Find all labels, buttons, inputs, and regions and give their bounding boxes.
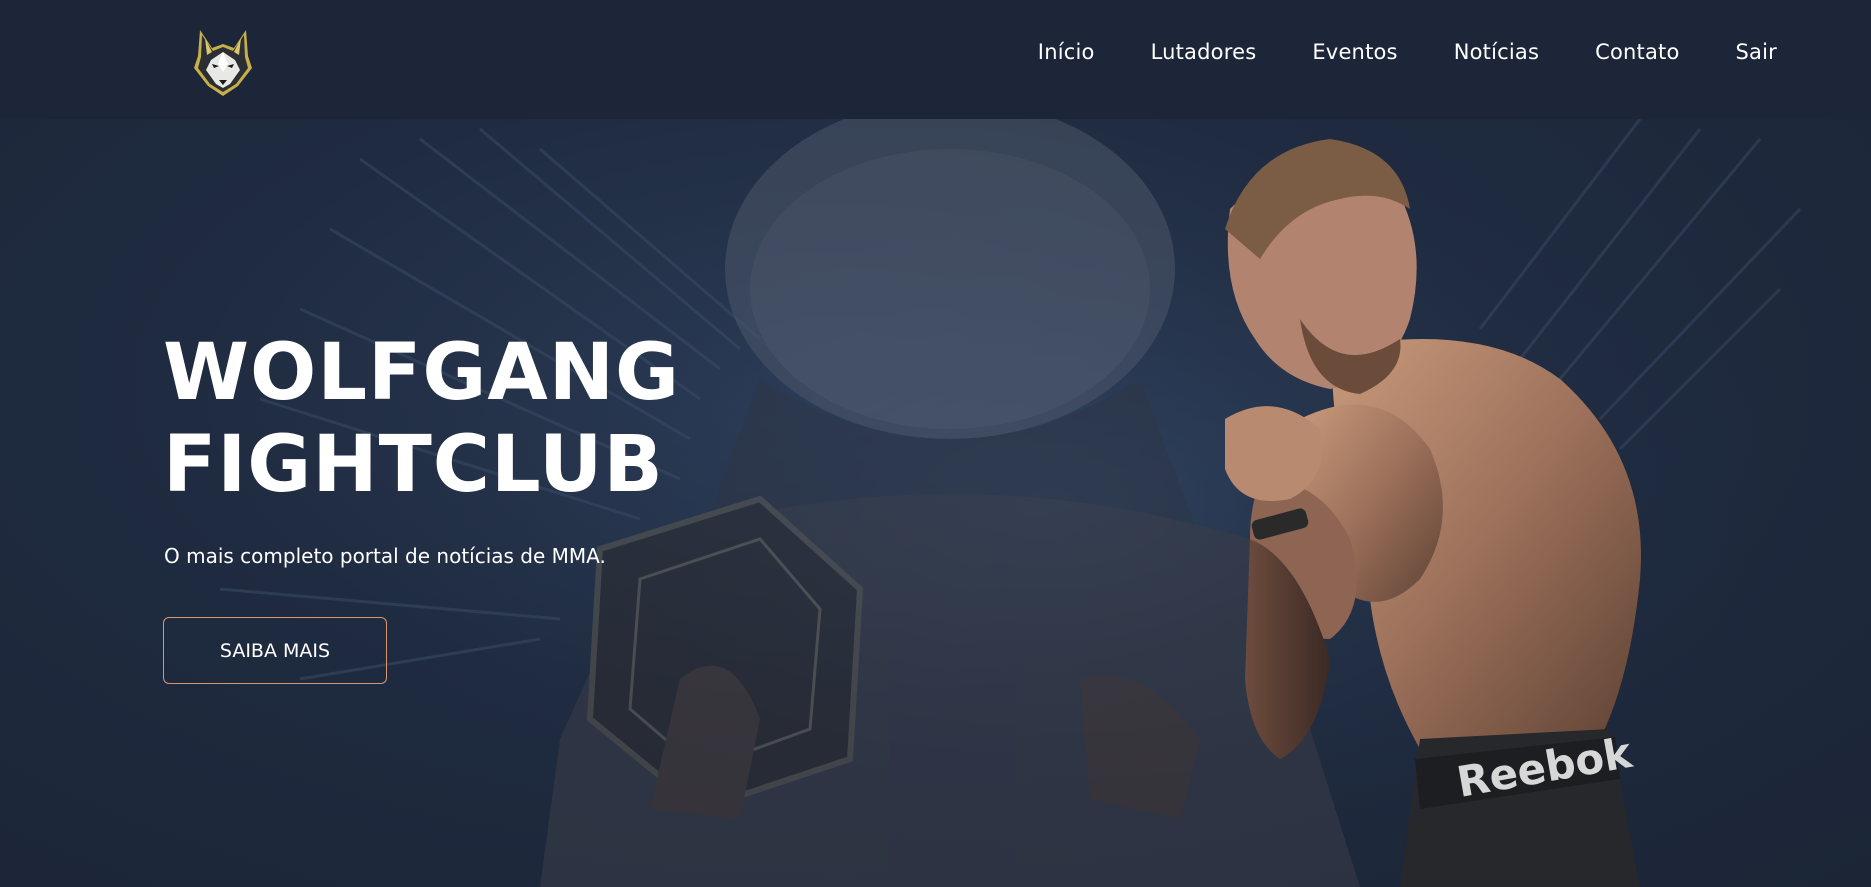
- page: Início Lutadores Eventos Notícias Contat…: [0, 0, 1871, 887]
- nav-link-eventos[interactable]: Eventos: [1312, 40, 1397, 64]
- nav-link-sair[interactable]: Sair: [1736, 40, 1777, 64]
- nav-link-inicio[interactable]: Início: [1038, 40, 1095, 64]
- saiba-mais-button[interactable]: SAIBA MAIS: [163, 617, 387, 684]
- hero-subtitle: O mais completo portal de notícias de MM…: [164, 544, 606, 568]
- nav-link-lutadores[interactable]: Lutadores: [1151, 40, 1257, 64]
- hero-title: WOLFGANG FIGHTCLUB: [163, 327, 680, 511]
- nav-link-noticias[interactable]: Notícias: [1454, 40, 1539, 64]
- site-header: Início Lutadores Eventos Notícias Contat…: [0, 0, 1871, 119]
- wolf-logo-icon[interactable]: [190, 26, 256, 98]
- nav-link-contato[interactable]: Contato: [1595, 40, 1679, 64]
- main-nav: Início Lutadores Eventos Notícias Contat…: [982, 40, 1777, 64]
- hero-section: Reebok WOLFGANG FIGHTCLUB O mais complet…: [0, 119, 1871, 887]
- hero-title-line-2: FIGHTCLUB: [163, 420, 664, 510]
- hero-title-line-1: WOLFGANG: [163, 328, 681, 418]
